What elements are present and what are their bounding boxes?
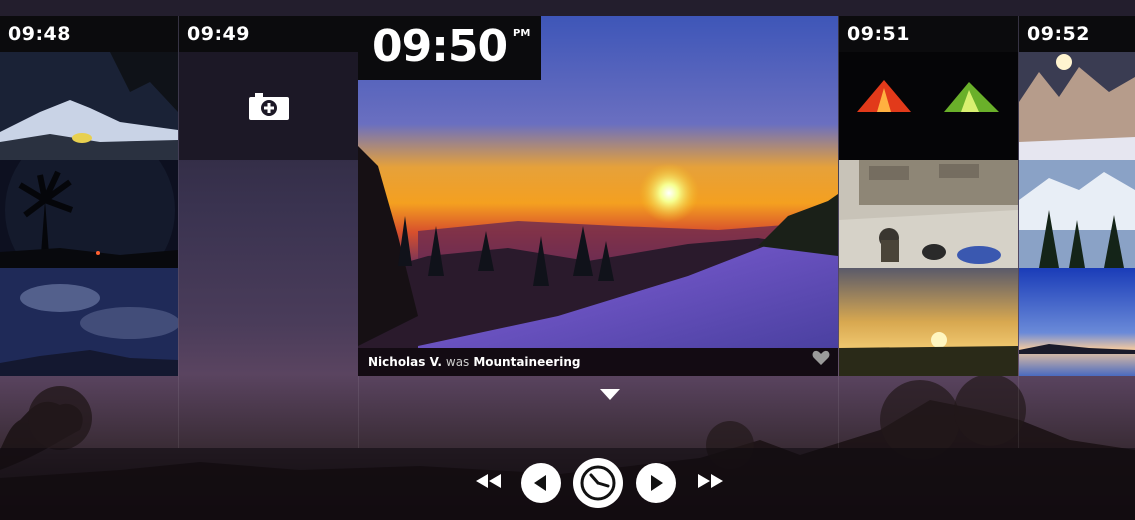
- column-time-header: 09:49: [179, 16, 358, 52]
- photo-thumbnail[interactable]: [1019, 160, 1135, 268]
- next-button[interactable]: [636, 463, 676, 503]
- column-time-header: 09:48: [0, 16, 178, 52]
- photo-caption: Nicholas V. was Mountaineering: [358, 348, 838, 376]
- fast-rewind-icon[interactable]: [476, 474, 502, 488]
- column-time: 09:48: [8, 23, 71, 45]
- column-time-header: 09:52: [1019, 16, 1135, 52]
- timeline-column: 09:49: [179, 16, 358, 160]
- previous-icon: [534, 475, 546, 491]
- camera-add-icon: [248, 93, 289, 120]
- top-strip: [0, 0, 1135, 16]
- timeline-column: 09:48: [0, 16, 178, 376]
- timeline-column: 09:51: [839, 16, 1018, 376]
- next-icon: [651, 475, 663, 491]
- chevron-down-icon[interactable]: [600, 386, 620, 405]
- photo-thumbnail[interactable]: [0, 160, 178, 268]
- column-time: 09:51: [847, 23, 910, 45]
- photo-thumbnail[interactable]: [839, 52, 1018, 160]
- photo-thumbnail[interactable]: [1019, 52, 1135, 160]
- featured-time-label: 09:50 PM: [358, 16, 541, 80]
- column-time: 09:52: [1027, 23, 1090, 45]
- featured-ampm: PM: [513, 28, 531, 39]
- fast-forward-icon[interactable]: [697, 474, 723, 488]
- activity-link[interactable]: Mountaineering: [473, 355, 580, 369]
- photo-thumbnail[interactable]: [839, 268, 1018, 376]
- photo-thumbnail[interactable]: [839, 160, 1018, 268]
- photo-thumbnail[interactable]: [0, 52, 178, 160]
- user-name-link[interactable]: Nicholas V.: [368, 355, 442, 369]
- heart-icon[interactable]: [812, 350, 830, 370]
- column-time: 09:49: [187, 23, 250, 45]
- clock-icon: [580, 465, 616, 501]
- photo-thumbnail[interactable]: [0, 268, 178, 376]
- photo-thumbnail[interactable]: [1019, 268, 1135, 376]
- add-photo-button[interactable]: [179, 52, 358, 160]
- featured-time: 09:50: [372, 21, 508, 72]
- clock-button[interactable]: [573, 458, 623, 508]
- timeline-column: 09:52: [1019, 16, 1135, 376]
- playback-controls: [0, 448, 1135, 520]
- previous-button[interactable]: [521, 463, 561, 503]
- caption-verb: was: [445, 355, 470, 369]
- featured-photo[interactable]: 09:50 PM Nicholas V. was Mountaineering: [358, 16, 838, 376]
- column-time-header: 09:51: [839, 16, 1018, 52]
